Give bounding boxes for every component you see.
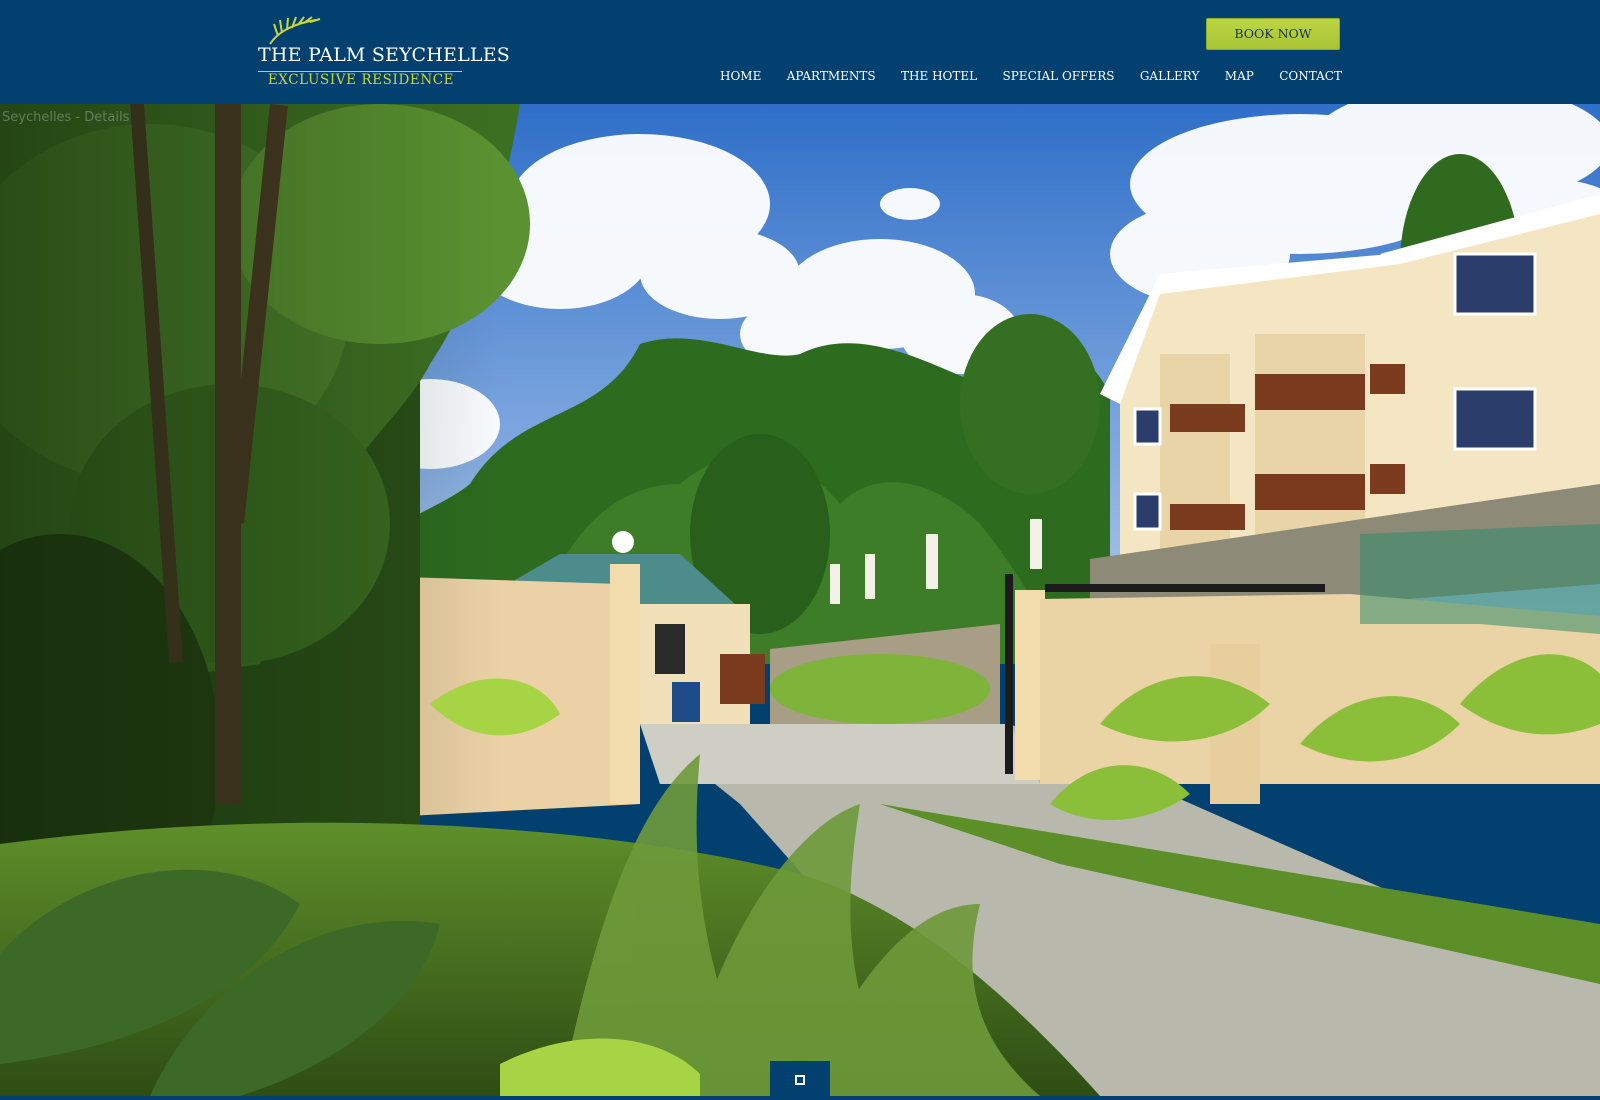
nav-item-gallery[interactable]: GALLERY xyxy=(1140,69,1200,83)
nav-item-home[interactable]: HOME xyxy=(720,69,761,83)
stop-square-icon xyxy=(795,1075,805,1085)
nav-item-map[interactable]: MAP xyxy=(1225,69,1254,83)
main-nav: HOME APARTMENTS THE HOTEL SPECIAL OFFERS… xyxy=(720,66,1342,86)
nav-item-contact[interactable]: CONTACT xyxy=(1279,69,1342,83)
logo-name: THE PALM SEYCHELLES xyxy=(258,44,511,66)
nav-item-the-hotel[interactable]: THE HOTEL xyxy=(901,69,977,83)
logo-tagline: EXCLUSIVE RESIDENCE xyxy=(267,72,455,88)
book-now-button[interactable]: BOOK NOW xyxy=(1206,18,1340,50)
slideshow-toggle-button[interactable] xyxy=(770,1061,830,1100)
hero-photo xyxy=(0,104,1600,1096)
hero-slideshow: Seychelles - Details xyxy=(0,104,1600,1096)
nav-item-apartments[interactable]: APARTMENTS xyxy=(787,69,876,83)
site-logo[interactable]: THE PALM SEYCHELLES EXCLUSIVE RESIDENCE xyxy=(258,16,511,90)
site-header: THE PALM SEYCHELLES EXCLUSIVE RESIDENCE … xyxy=(0,0,1600,104)
palm-leaf-icon xyxy=(269,16,321,45)
nav-item-special-offers[interactable]: SPECIAL OFFERS xyxy=(1003,69,1115,83)
slide-caption: Seychelles - Details xyxy=(2,110,130,125)
